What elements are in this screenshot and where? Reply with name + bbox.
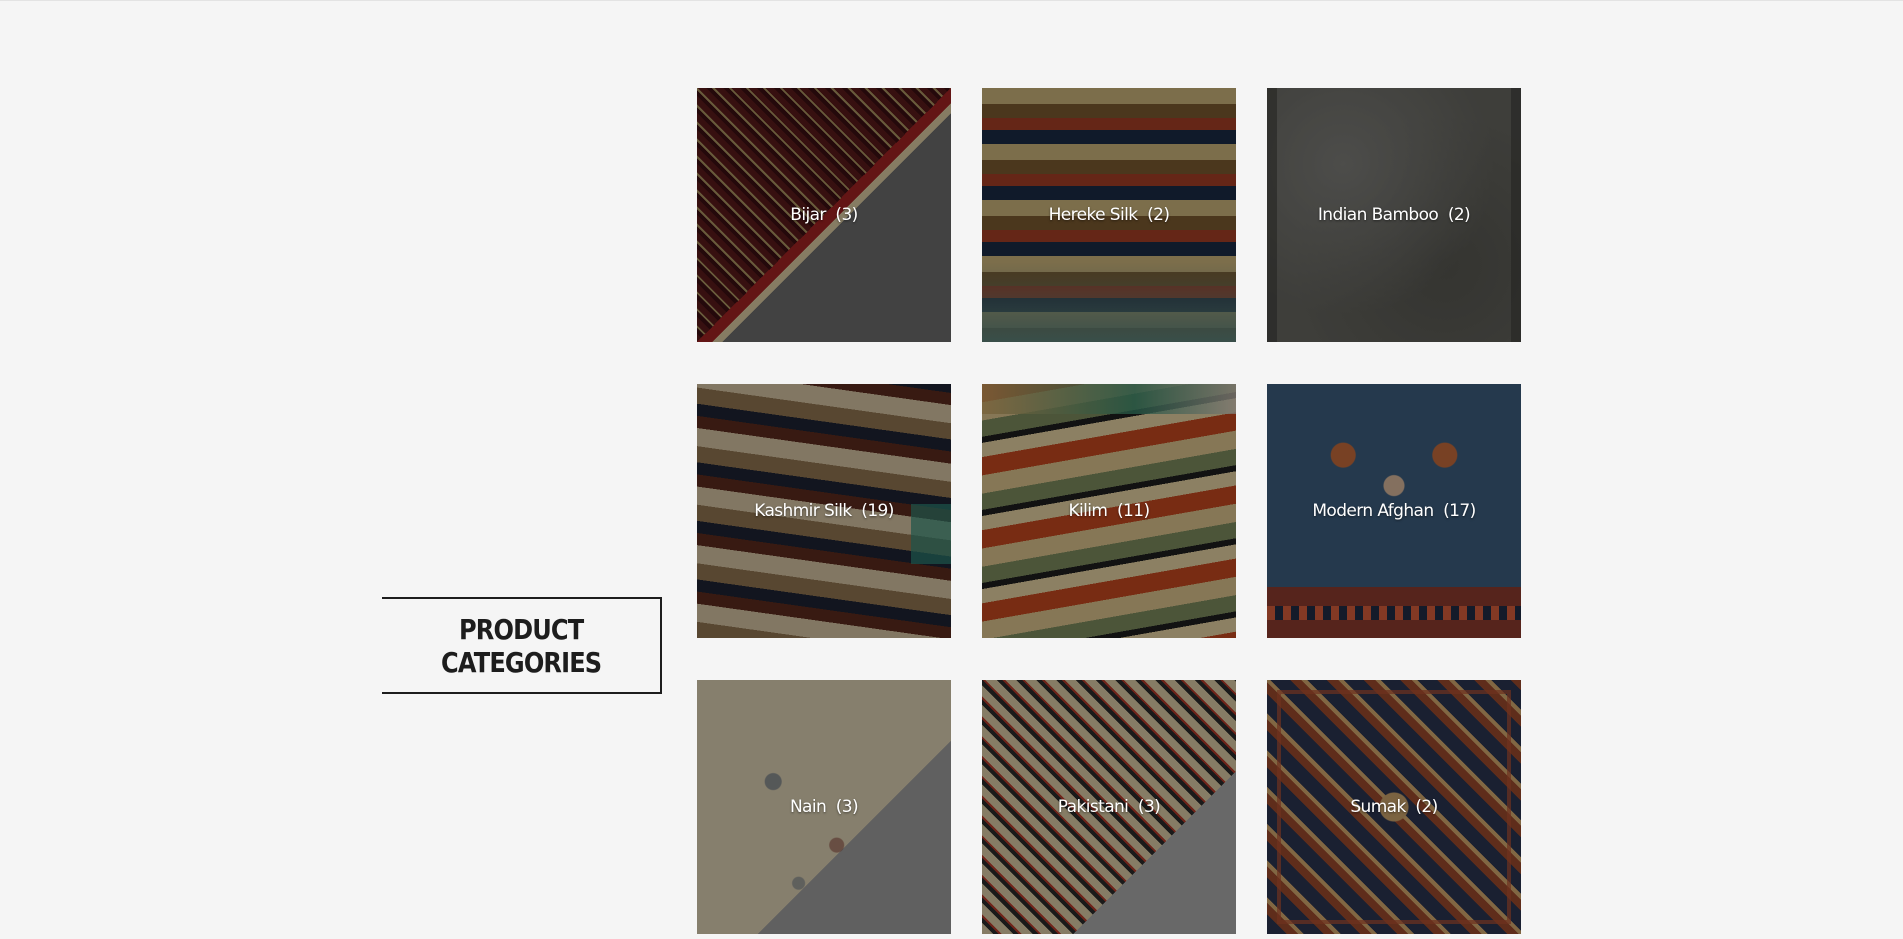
category-tile-indian-bamboo[interactable]: Indian Bamboo (2) bbox=[1267, 88, 1521, 342]
category-tile-hereke-silk[interactable]: Hereke Silk (2) bbox=[982, 88, 1236, 342]
category-tile-modern-afghan[interactable]: Modern Afghan (17) bbox=[1267, 384, 1521, 638]
section-heading: PRODUCT CATEGORIES bbox=[440, 612, 602, 679]
category-grid: Bijar (3) Hereke Silk (2) Indian Bamboo … bbox=[697, 88, 1521, 934]
category-tile-sumak[interactable]: Sumak (2) bbox=[1267, 680, 1521, 934]
section-heading-box: PRODUCT CATEGORIES bbox=[382, 597, 662, 694]
category-tile-nain[interactable]: Nain (3) bbox=[697, 680, 951, 934]
category-label: Nain (3) bbox=[789, 797, 859, 817]
category-label: Modern Afghan (17) bbox=[1312, 501, 1476, 521]
category-label: Indian Bamboo (2) bbox=[1317, 205, 1471, 225]
category-tile-kashmir-silk[interactable]: Kashmir Silk (19) bbox=[697, 384, 951, 638]
category-tile-pakistani[interactable]: Pakistani (3) bbox=[982, 680, 1236, 934]
category-label: Pakistani (3) bbox=[1057, 797, 1161, 817]
category-tile-kilim[interactable]: Kilim (11) bbox=[982, 384, 1236, 638]
category-label: Bijar (3) bbox=[790, 205, 858, 225]
category-label: Kashmir Silk (19) bbox=[754, 501, 894, 521]
category-label: Sumak (2) bbox=[1350, 797, 1438, 817]
category-label: Hereke Silk (2) bbox=[1048, 205, 1170, 225]
category-label: Kilim (11) bbox=[1068, 501, 1151, 521]
category-tile-bijar[interactable]: Bijar (3) bbox=[697, 88, 951, 342]
top-divider bbox=[0, 0, 1903, 1]
